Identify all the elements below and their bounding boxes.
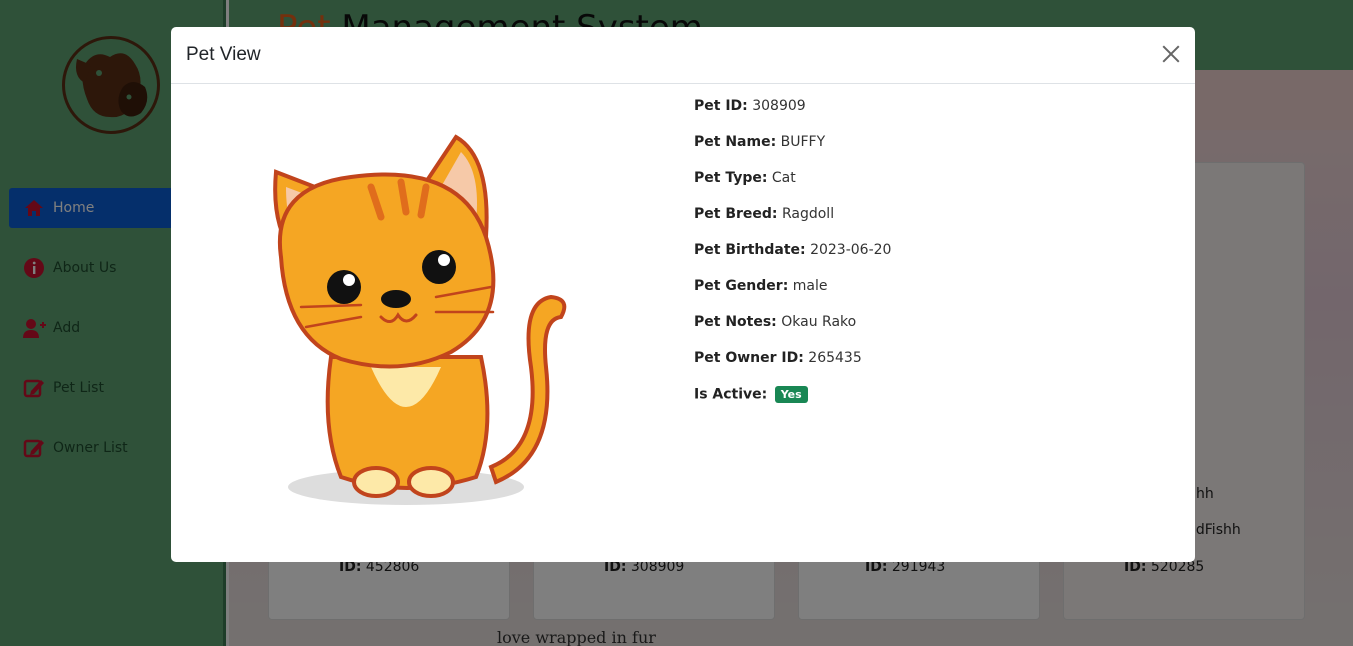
detail-value: 2023-06-20 xyxy=(810,242,892,258)
detail-row: Pet Owner ID: 265435 xyxy=(694,350,891,386)
detail-row: Is Active: Yes xyxy=(694,386,891,422)
detail-label: Pet Birthdate: xyxy=(694,242,806,258)
detail-row: Pet Notes: Okau Rako xyxy=(694,314,891,350)
detail-label: Pet ID: xyxy=(694,98,748,114)
detail-value: 308909 xyxy=(752,98,806,114)
pet-details: Pet ID: 308909 Pet Name: BUFFY Pet Type:… xyxy=(694,98,891,422)
modal-title: Pet View xyxy=(186,44,261,65)
detail-value: Cat xyxy=(771,170,796,186)
pet-image xyxy=(241,127,571,517)
detail-value: BUFFY xyxy=(780,134,826,150)
detail-label: Pet Breed: xyxy=(694,206,778,222)
modal-header: Pet View xyxy=(171,27,1195,84)
detail-value: Ragdoll xyxy=(781,206,835,222)
detail-row: Pet Breed: Ragdoll xyxy=(694,206,891,242)
pet-view-modal: Pet View Pet ID: 308909 Pet Name: BUFFY … xyxy=(171,27,1195,562)
detail-row: Pet Type: Cat xyxy=(694,170,891,206)
detail-row: Pet Birthdate: 2023-06-20 xyxy=(694,242,891,278)
detail-row: Pet ID: 308909 xyxy=(694,98,891,134)
detail-label: Pet Notes: xyxy=(694,314,777,330)
active-label: Is Active: xyxy=(694,386,768,403)
close-icon[interactable] xyxy=(1161,44,1181,64)
status-badge: Yes xyxy=(774,386,808,403)
detail-label: Pet Type: xyxy=(694,170,768,186)
detail-value: 265435 xyxy=(808,350,862,366)
detail-label: Pet Name: xyxy=(694,134,777,150)
detail-row: Pet Name: BUFFY xyxy=(694,134,891,170)
detail-label: Pet Owner ID: xyxy=(694,350,804,366)
detail-label: Pet Gender: xyxy=(694,278,789,294)
detail-value: male xyxy=(792,278,828,294)
detail-row: Pet Gender: male xyxy=(694,278,891,314)
detail-value: Okau Rako xyxy=(781,314,857,330)
